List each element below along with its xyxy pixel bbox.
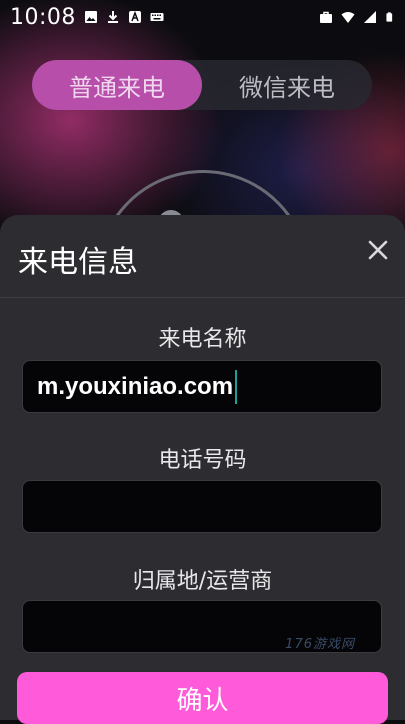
watermark: 176游戏网 bbox=[285, 637, 355, 652]
call-type-toggle: 普通来电 微信来电 bbox=[32, 60, 372, 110]
phone-number-input[interactable] bbox=[22, 480, 382, 533]
tab-normal-call[interactable]: 普通来电 bbox=[32, 60, 202, 110]
font-a-icon bbox=[128, 10, 141, 23]
wifi-icon bbox=[341, 12, 355, 23]
phone-number-label: 电话号码 bbox=[158, 448, 247, 473]
status-bar: 10:08 bbox=[0, 0, 405, 34]
caller-name-value: m.youxiniao.com bbox=[37, 372, 234, 400]
close-icon[interactable] bbox=[367, 239, 389, 261]
location-carrier-label: 归属地/运营商 bbox=[132, 569, 273, 594]
tab-wechat-call[interactable]: 微信来电 bbox=[202, 60, 372, 110]
download-icon bbox=[107, 11, 118, 23]
text-caret bbox=[235, 369, 238, 404]
status-time: 10:08 bbox=[10, 4, 76, 30]
call-info-sheet: 来电信息 来电名称 m.youxiniao.com 电话号码 归属地/运营商 1… bbox=[0, 215, 405, 724]
sheet-title: 来电信息 bbox=[18, 245, 138, 280]
signal-icon bbox=[364, 11, 376, 23]
caller-name-label: 来电名称 bbox=[158, 327, 247, 352]
image-icon bbox=[84, 11, 97, 23]
confirm-button[interactable]: 确认 bbox=[17, 672, 388, 724]
title-divider bbox=[0, 297, 405, 298]
caller-name-input[interactable]: m.youxiniao.com bbox=[22, 360, 382, 413]
battery-icon bbox=[386, 12, 393, 22]
briefcase-icon bbox=[320, 11, 332, 23]
keyboard-icon bbox=[150, 13, 164, 21]
